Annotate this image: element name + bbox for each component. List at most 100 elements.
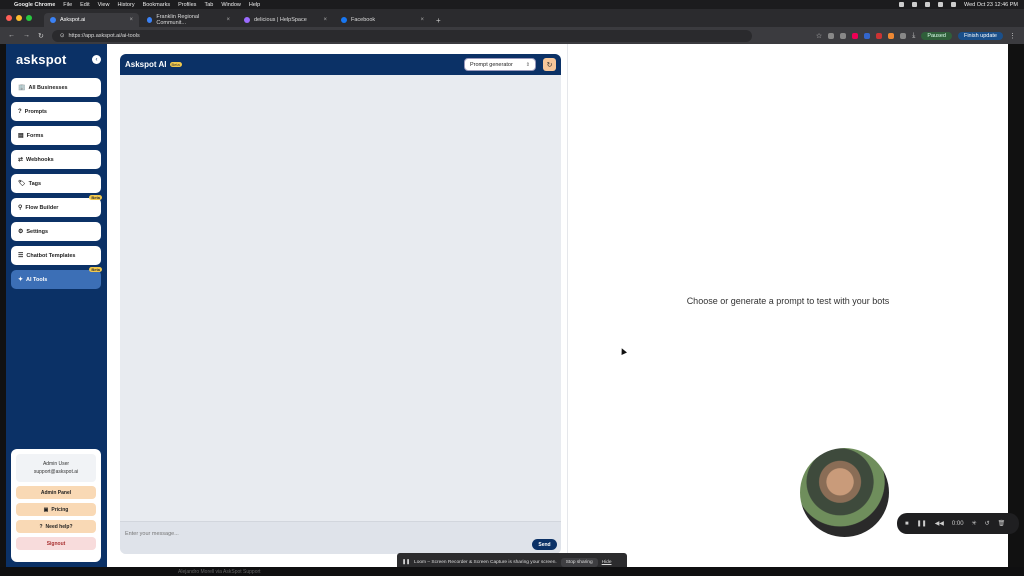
share-message: Loom – Screen Recorder & Screen Capture … <box>414 560 557 565</box>
undo-icon[interactable]: ↺ <box>985 520 990 527</box>
control-center-icon[interactable] <box>950 2 956 7</box>
loom-timer: 0:00 <box>951 520 964 527</box>
admin-panel-label: Admin Panel <box>40 489 72 496</box>
ai-tools-icon: ✦ <box>18 277 24 283</box>
webhook-icon: ⇄ <box>18 157 24 163</box>
browser-tabbar: Askspot.ai × Franklin Regional Communit.… <box>0 9 1024 27</box>
message-input[interactable] <box>125 528 505 540</box>
sidebar-item-flow-builder[interactable]: ⚲ Flow Builder Beta <box>11 195 102 217</box>
menu-help[interactable]: Help <box>249 2 260 8</box>
signout-button[interactable]: Signout <box>16 537 96 550</box>
tab-franklin[interactable]: Franklin Regional Communit... × <box>141 13 236 27</box>
extension-icon[interactable] <box>840 32 847 39</box>
pricing-label: Pricing <box>51 506 69 513</box>
sidebar-item-all-businesses[interactable]: 🏢 All Businesses <box>11 78 101 97</box>
question-icon: ? <box>18 108 22 115</box>
pause-icon[interactable]: ❚❚ <box>917 520 927 527</box>
prompt-select[interactable]: Prompt generator ⇕ <box>464 58 536 71</box>
menu-view[interactable]: View <box>98 2 110 8</box>
delete-icon[interactable]: 🗑 <box>998 520 1006 527</box>
menu-tab[interactable]: Tab <box>204 2 213 8</box>
beta-badge: Beta <box>89 195 102 200</box>
status-icon[interactable] <box>911 2 917 7</box>
reload-icon[interactable]: ↻ <box>38 32 44 40</box>
sidebar-item-prompts[interactable]: ? Prompts <box>11 102 101 121</box>
hide-share-bar-button[interactable]: Hide <box>602 560 612 565</box>
close-tab-icon[interactable]: × <box>420 17 424 23</box>
extension-icon[interactable] <box>888 32 895 39</box>
menu-edit[interactable]: Edit <box>80 2 89 8</box>
facebook-favicon-icon <box>341 17 347 23</box>
kebab-menu-icon[interactable]: ⋮ <box>1009 32 1016 40</box>
close-tab-icon[interactable]: × <box>323 17 327 23</box>
admin-panel-button[interactable]: Admin Panel <box>16 486 96 499</box>
status-icon[interactable] <box>898 2 904 7</box>
stop-recording-icon[interactable]: ■ <box>905 521 909 527</box>
sidebar-item-webhooks[interactable]: ⇄ Webhooks <box>11 150 101 169</box>
tab-title: Facebook <box>351 17 376 23</box>
extensions-puzzle-icon[interactable] <box>900 32 907 39</box>
stop-sharing-button[interactable]: Stop sharing <box>560 558 598 567</box>
close-window-icon[interactable] <box>6 15 12 21</box>
download-icon[interactable]: ⤓ <box>912 32 915 40</box>
tab-title: Askspot.ai <box>60 17 86 23</box>
menu-bookmarks[interactable]: Bookmarks <box>143 2 171 8</box>
sidebar-item-settings[interactable]: ⚙ Settings <box>11 222 101 241</box>
menubar-status-area: Wed Oct 23 12:46 PM <box>898 2 1018 8</box>
askspot-favicon-icon <box>50 17 56 23</box>
refresh-button[interactable]: ↻ <box>543 58 556 71</box>
askspot-logo[interactable]: askspot <box>16 52 67 67</box>
tab-facebook[interactable]: Facebook × <box>335 13 430 27</box>
send-label: Send <box>538 541 551 548</box>
menubar-clock[interactable]: Wed Oct 23 12:46 PM <box>964 2 1018 8</box>
minimize-window-icon[interactable] <box>16 15 22 21</box>
finish-update-button[interactable]: Finish update <box>957 31 1003 40</box>
sidebar-item-chatbot-templates[interactable]: ☰ Chatbot Templates <box>11 246 101 265</box>
gear-icon: ⚙ <box>18 229 24 235</box>
extension-icon[interactable] <box>852 32 859 39</box>
flow-icon: ⚲ <box>18 205 23 211</box>
close-tab-icon[interactable]: × <box>226 17 230 23</box>
menubar-app-name[interactable]: Google Chrome <box>14 2 55 8</box>
menu-file[interactable]: File <box>63 2 72 8</box>
restart-icon[interactable]: ◀◀ <box>935 520 944 527</box>
site-info-icon[interactable]: ⊙ <box>60 33 65 39</box>
new-tab-icon[interactable]: + <box>432 13 445 27</box>
profile-paused-button[interactable]: Paused <box>921 31 952 40</box>
send-button[interactable]: Send <box>532 539 557 550</box>
status-icon[interactable] <box>924 2 930 7</box>
signout-label: Signout <box>46 540 66 547</box>
back-icon[interactable]: ← <box>8 32 15 39</box>
sidebar-item-ai-tools[interactable]: ✦ AI Tools Beta <box>11 267 102 289</box>
loom-webcam-bubble[interactable] <box>800 448 889 537</box>
draw-icon[interactable]: ✳ <box>972 520 977 527</box>
zoom-window-icon[interactable] <box>26 15 32 21</box>
beta-badge: Beta <box>169 62 182 67</box>
template-icon: ☰ <box>18 253 24 259</box>
close-tab-icon[interactable]: × <box>129 17 133 23</box>
forward-icon[interactable]: → <box>23 32 30 39</box>
address-bar[interactable]: ⊙ https://app.askspot.ai/ai-tools <box>51 29 752 42</box>
wifi-icon[interactable] <box>937 2 943 7</box>
sidebar-item-tags[interactable]: 🏷 Tags <box>11 174 101 193</box>
sidebar-item-forms[interactable]: ▤ Forms <box>11 126 101 145</box>
pricing-icon: ▣ <box>43 506 49 513</box>
need-help-label: Need help? <box>45 523 73 530</box>
tab-helpspace[interactable]: delicious | HelpSpace × <box>238 13 333 27</box>
menu-window[interactable]: Window <box>221 2 241 8</box>
sidebar-item-label: All Businesses <box>28 84 68 91</box>
extension-icon[interactable] <box>864 32 871 39</box>
menu-history[interactable]: History <box>117 2 134 8</box>
url-text: https://app.askspot.ai/ai-tools <box>68 32 140 39</box>
chat-header: Askspot AI Beta Prompt generator ⇕ ↻ <box>120 54 561 75</box>
collapse-sidebar-icon[interactable]: ‹ <box>92 55 101 64</box>
extension-icon[interactable] <box>876 32 883 39</box>
need-help-button[interactable]: ? Need help? <box>16 520 96 533</box>
building-icon: 🏢 <box>18 85 26 91</box>
empty-state-message: Choose or generate a prompt to test with… <box>686 296 890 306</box>
extension-icon[interactable] <box>828 32 835 39</box>
bookmark-star-icon[interactable]: ☆ <box>816 32 822 40</box>
menu-profiles[interactable]: Profiles <box>178 2 196 8</box>
tab-askspot[interactable]: Askspot.ai × <box>44 13 139 27</box>
pricing-button[interactable]: ▣ Pricing <box>16 503 96 516</box>
